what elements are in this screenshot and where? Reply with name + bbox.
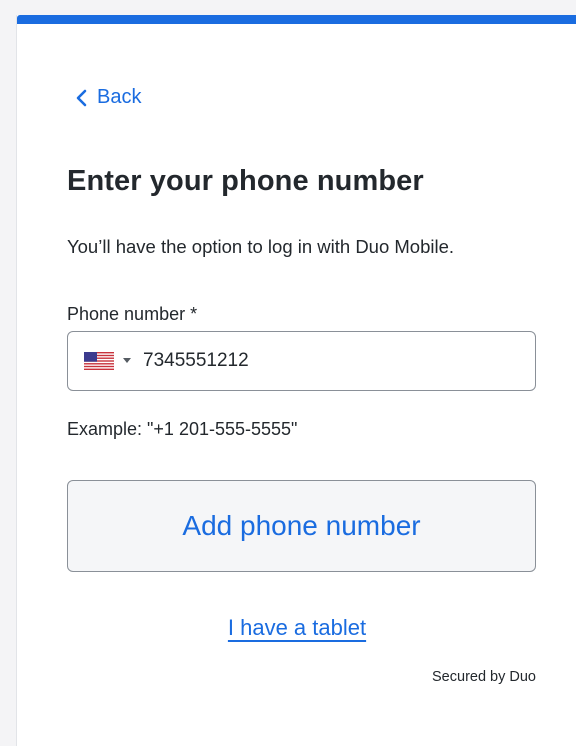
brand-top-bar <box>17 15 576 24</box>
phone-example-hint: Example: "+1 201-555-5555" <box>67 419 298 439</box>
phone-number-field[interactable] <box>67 331 536 391</box>
caret-down-icon <box>123 358 131 363</box>
phone-number-input[interactable] <box>143 350 503 372</box>
back-button[interactable]: Back <box>75 86 141 109</box>
page-title: Enter your phone number <box>67 165 424 197</box>
add-phone-number-button[interactable]: Add phone number <box>67 480 536 572</box>
us-flag-icon <box>84 352 114 370</box>
country-selector[interactable] <box>84 352 131 370</box>
chevron-left-icon <box>76 89 87 106</box>
secured-by-duo: Secured by Duo <box>432 669 536 685</box>
auth-card: Back Enter your phone number You’ll have… <box>16 15 576 746</box>
page-description: You’ll have the option to log in with Du… <box>67 236 455 257</box>
phone-number-label: Phone number * <box>67 304 198 324</box>
tablet-link-container: I have a tablet <box>17 615 576 641</box>
i-have-a-tablet-link[interactable]: I have a tablet <box>228 615 366 640</box>
back-label: Back <box>97 86 142 108</box>
